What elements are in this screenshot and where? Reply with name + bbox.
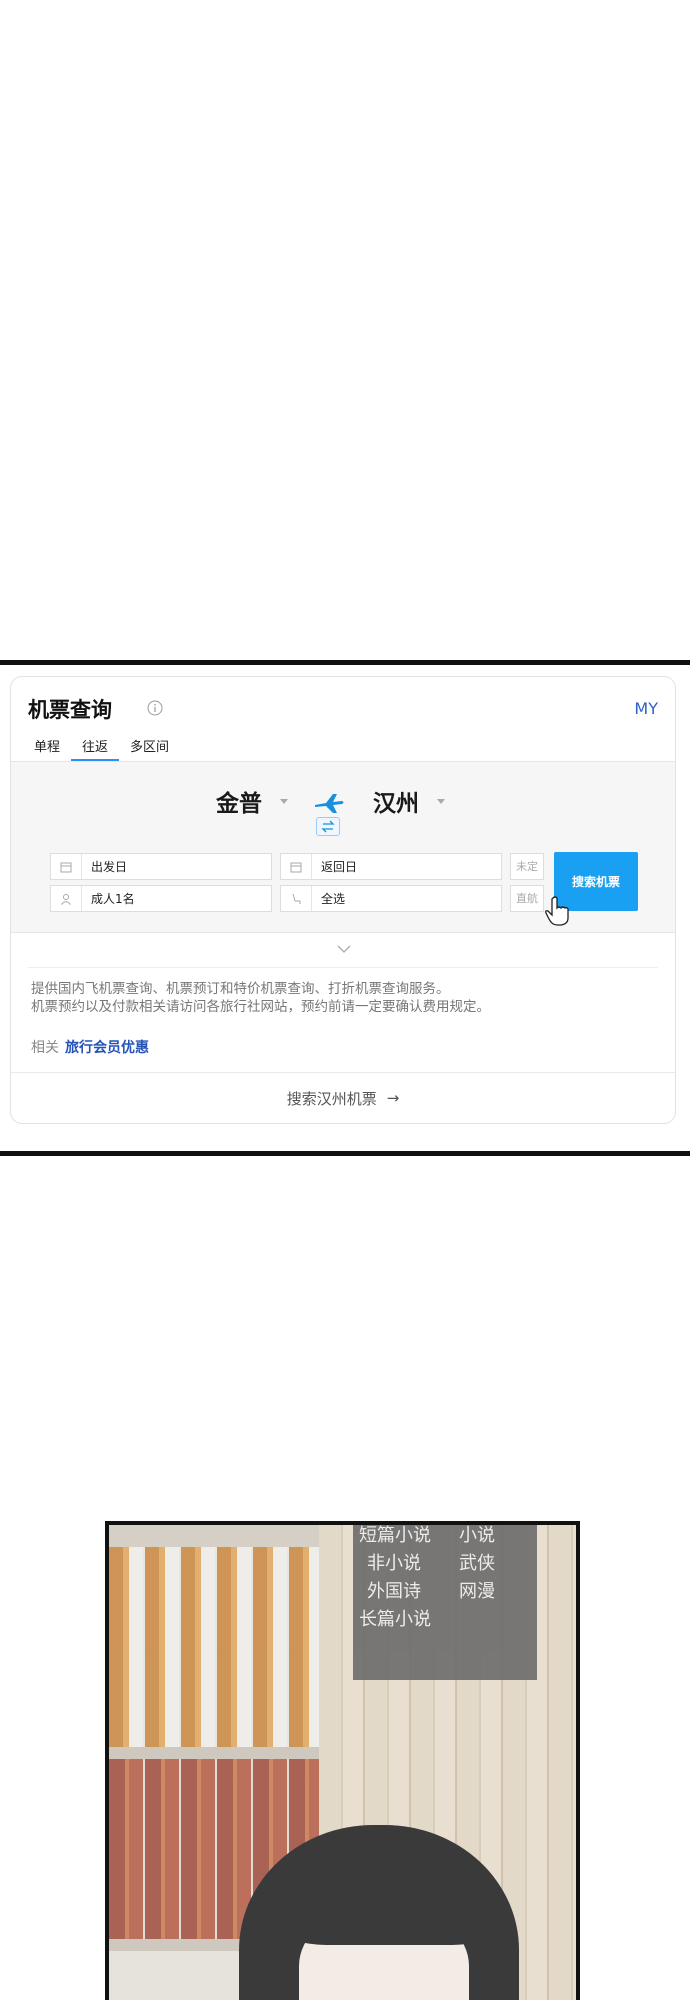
return-date-text: 返回日 (321, 860, 358, 874)
arrival-city-select[interactable]: 汉州 (373, 784, 445, 818)
character-bangs (284, 1865, 494, 1945)
top-divider-rule (0, 660, 690, 665)
genre-sign: 短篇小说 小说 非小说 武侠 外国诗 网漫 长篇小说 (353, 1525, 537, 1680)
return-date-field[interactable]: 返回日 (280, 853, 502, 880)
sign-text-1b: 小说 (459, 1525, 495, 1546)
chevron-down-icon (437, 798, 445, 804)
arrival-city-label: 汉州 (373, 791, 419, 817)
sign-text-3b: 网漫 (459, 1581, 495, 1602)
service-description: 提供国内飞机票查询、机票预订和特价机票查询、打折机票查询服务。 机票预约以及付款… (31, 980, 661, 1016)
info-icon[interactable] (147, 700, 163, 716)
tab-multi-city[interactable]: 多区间 (119, 736, 180, 762)
seat-icon (281, 886, 312, 911)
sign-text-2b: 武侠 (459, 1553, 495, 1574)
depart-date-field[interactable]: 出发日 (50, 853, 272, 880)
sign-text-1a: 短篇小说 (359, 1525, 431, 1546)
calendar-icon (51, 854, 82, 879)
seat-class-field[interactable]: 全选 (280, 885, 502, 912)
departure-city-select[interactable]: 金普 (216, 784, 288, 818)
passenger-field[interactable]: 成人1名 (50, 885, 272, 912)
swap-cities-button[interactable] (316, 817, 340, 836)
person-icon (51, 886, 82, 911)
airplane-icon (315, 794, 344, 813)
comic-panel: 短篇小说 小说 非小说 武侠 外国诗 网漫 长篇小说 (105, 1521, 580, 2000)
passenger-text: 成人1名 (91, 892, 135, 906)
description-line-1: 提供国内飞机票查询、机票预订和特价机票查询、打折机票查询服务。 (31, 981, 450, 997)
section-divider (28, 967, 658, 968)
swap-icon (321, 820, 335, 833)
footer-link-text: 搜索汉州机票 (286, 1089, 377, 1108)
tab-round-trip[interactable]: 往返 (71, 736, 120, 762)
travel-member-link[interactable]: 旅行会员优惠 (65, 1040, 149, 1056)
related-label: 相关 (31, 1040, 59, 1056)
calendar-icon (281, 854, 312, 879)
my-link[interactable]: MY (634, 699, 658, 718)
related-links: 相关 旅行会员优惠 (31, 1037, 149, 1057)
departure-city-label: 金普 (216, 791, 262, 817)
footer-search-link[interactable]: 搜索汉州机票 → (11, 1072, 675, 1123)
undecided-toggle[interactable]: 未定 (510, 853, 544, 880)
description-line-2: 机票预约以及付款相关请访问各旅行社网站，预约前请一定要确认费用规定。 (31, 999, 490, 1015)
comic-artwork: 短篇小说 小说 非小说 武侠 外国诗 网漫 长篇小说 (109, 1525, 576, 2000)
trip-type-tabs: 单程 往返 多区间 (28, 736, 180, 762)
sign-text-3a: 外国诗 (367, 1581, 421, 1602)
chevron-down-icon (280, 798, 288, 804)
arrow-right-icon: → (386, 1089, 400, 1107)
flight-search-widget: 机票查询 MY 单程 往返 多区间 金普 汉州 出发日 返回日 未定 成人1名 … (10, 676, 676, 1124)
direct-flight-toggle[interactable]: 直航 (510, 885, 544, 912)
depart-date-text: 出发日 (91, 860, 128, 874)
seat-class-text: 全选 (321, 892, 346, 906)
tab-one-way[interactable]: 单程 (28, 736, 71, 762)
bottom-divider-rule (0, 1151, 690, 1156)
search-panel: 金普 汉州 出发日 返回日 未定 成人1名 全选 直航 搜索机票 (11, 761, 675, 933)
hand-pointer-icon (545, 896, 569, 926)
sign-text-4a: 长篇小说 (359, 1609, 431, 1630)
sign-text-2a: 非小说 (367, 1553, 421, 1574)
expand-chevron-icon[interactable] (336, 944, 352, 954)
widget-title: 机票查询 (28, 698, 112, 722)
